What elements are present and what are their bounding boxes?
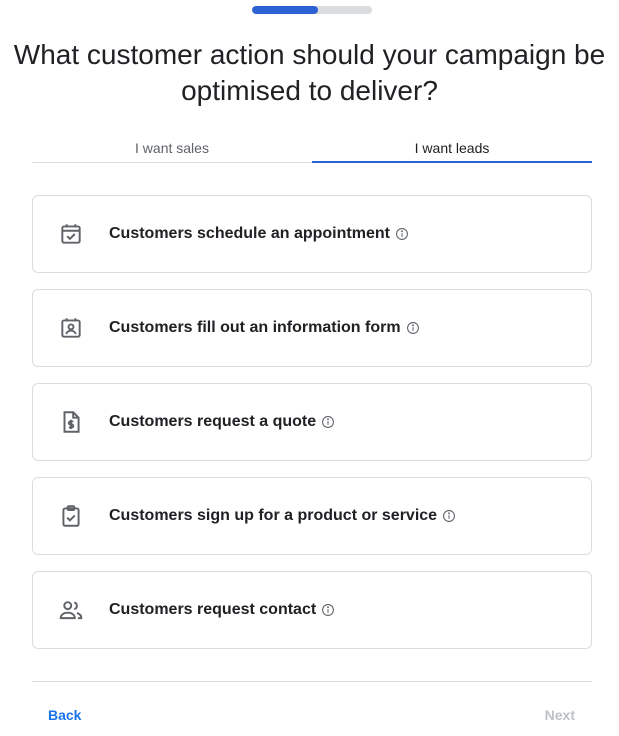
option-request-quote[interactable]: Customers request a quote bbox=[32, 383, 592, 461]
footer-divider bbox=[32, 681, 592, 682]
option-request-contact[interactable]: Customers request contact bbox=[32, 571, 592, 649]
info-icon[interactable] bbox=[442, 509, 456, 523]
option-label: Customers fill out an information form bbox=[109, 319, 401, 336]
document-dollar-icon bbox=[57, 408, 85, 436]
option-label: Customers request contact bbox=[109, 601, 317, 618]
goal-tabs: I want sales I want leads bbox=[32, 136, 592, 163]
progress-fill bbox=[252, 6, 318, 14]
page-title: What customer action should your campaig… bbox=[13, 39, 606, 106]
back-button[interactable]: Back bbox=[48, 707, 81, 723]
info-icon[interactable] bbox=[321, 415, 335, 429]
progress-bar bbox=[252, 6, 372, 14]
option-information-form[interactable]: Customers fill out an information form bbox=[32, 289, 592, 367]
tab-leads[interactable]: I want leads bbox=[312, 136, 592, 163]
option-sign-up[interactable]: Customers sign up for a product or servi… bbox=[32, 477, 592, 555]
contact-form-icon bbox=[57, 314, 85, 342]
info-icon[interactable] bbox=[406, 321, 420, 335]
calendar-check-icon bbox=[57, 220, 85, 248]
clipboard-check-icon bbox=[57, 502, 85, 530]
option-label: Customers request a quote bbox=[109, 413, 317, 430]
action-options: Customers schedule an appointment Custom… bbox=[32, 195, 592, 665]
info-icon[interactable] bbox=[395, 227, 409, 241]
info-icon[interactable] bbox=[321, 603, 335, 617]
option-schedule-appointment[interactable]: Customers schedule an appointment bbox=[32, 195, 592, 273]
people-icon bbox=[57, 596, 85, 624]
option-label: Customers sign up for a product or servi… bbox=[109, 507, 438, 524]
tab-sales[interactable]: I want sales bbox=[32, 136, 312, 162]
option-label: Customers schedule an appointment bbox=[109, 225, 390, 242]
next-button: Next bbox=[544, 707, 575, 723]
